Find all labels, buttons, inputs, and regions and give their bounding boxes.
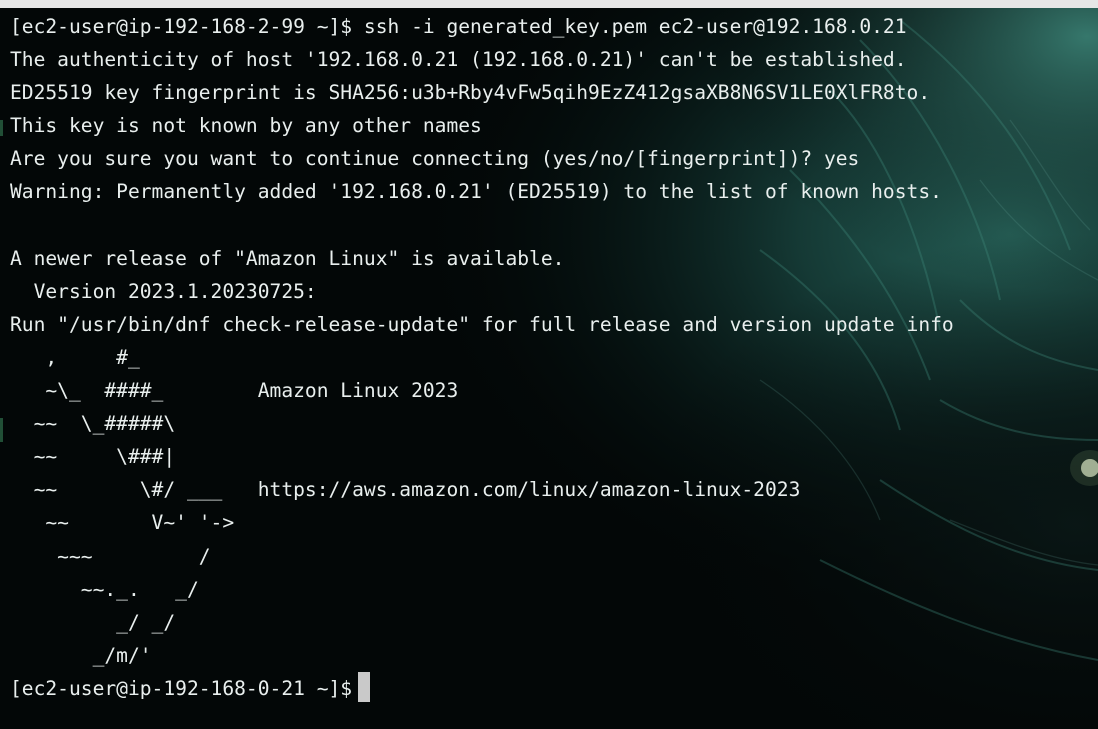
terminal-line-key-fingerprint: ED25519 key fingerprint is SHA256:u3b+Rb… [10,81,931,105]
scrollbar-edge-marker [0,418,3,442]
terminal-line-key-unknown: This key is not known by any other names [10,114,482,138]
shell-prompt: [ec2-user@ip-192-168-0-21 ~]$ [10,676,353,700]
terminal-line-confirm-connect: Are you sure you want to continue connec… [10,147,860,171]
ascii-logo-line: ~~~ / [10,544,211,568]
command-prompt-line[interactable]: [ec2-user@ip-192-168-0-21 ~]$ [10,671,954,705]
ascii-logo-line-url: ~~ \#/ ___ https://aws.amazon.com/linux/… [10,478,801,502]
terminal-line-newer-release: A newer release of "Amazon Linux" is ava… [10,246,565,270]
ascii-logo-line: ~~._. _/ [10,577,199,601]
terminal-output: [ec2-user@ip-192-168-2-99 ~]$ ssh -i gen… [10,10,954,705]
window-title-bar [0,0,1098,8]
terminal-window[interactable]: [ec2-user@ip-192-168-2-99 ~]$ ssh -i gen… [0,0,1098,729]
ascii-logo-line: ~~ V~' '-> [10,511,235,535]
scrollbar-edge-marker [0,120,3,136]
text-cursor[interactable] [358,671,371,702]
terminal-line-run-update: Run "/usr/bin/dnf check-release-update" … [10,312,954,336]
ascii-logo-line-title: ~\_ ####_ Amazon Linux 2023 [10,379,459,403]
terminal-line-host-authenticity: The authenticity of host '192.168.0.21 (… [10,48,907,72]
ascii-logo-line: _/m/' [10,643,152,667]
ascii-logo-line: , #_ [10,345,140,369]
terminal-line-ssh-command: [ec2-user@ip-192-168-2-99 ~]$ ssh -i gen… [10,15,907,38]
ascii-logo-line: _/ _/ [10,610,176,634]
terminal-line-version: Version 2023.1.20230725: [10,279,317,303]
terminal-line-warning: Warning: Permanently added '192.168.0.21… [10,180,942,204]
ascii-logo-line: ~~ \###| [10,445,176,469]
ascii-logo-line: ~~ \_#####\ [10,412,176,436]
